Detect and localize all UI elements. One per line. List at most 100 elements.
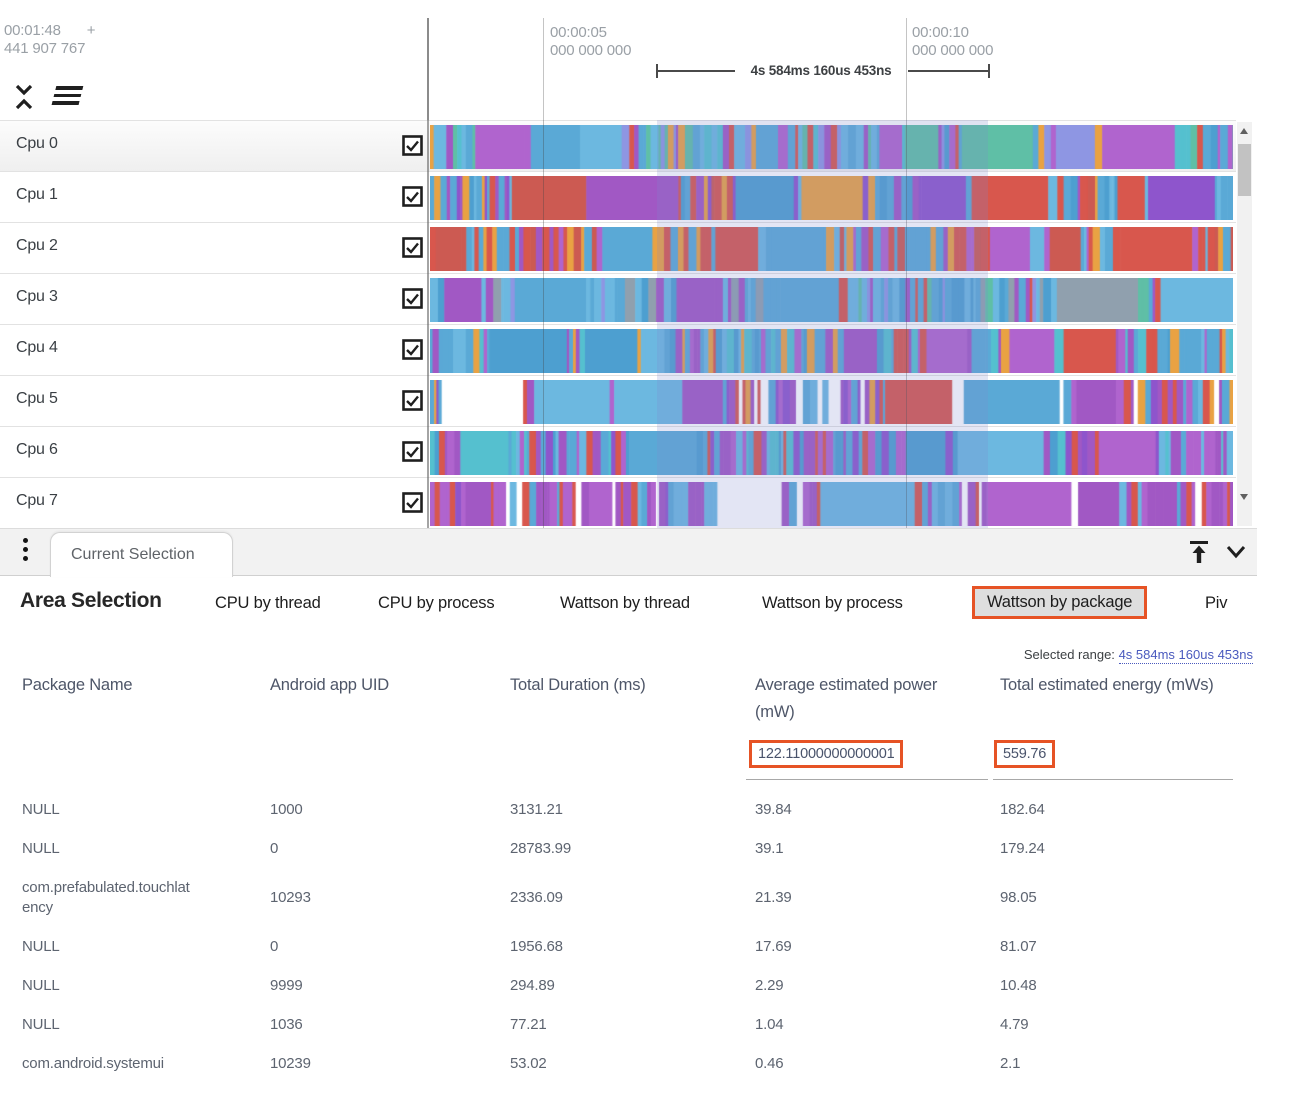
timeline-marker-10s: 00:00:10 000 000 000 (912, 24, 993, 60)
track-label: Cpu 0 (16, 135, 58, 153)
track-checkbox[interactable] (402, 441, 423, 462)
collapse-tracks-icon[interactable] (12, 82, 36, 117)
track-checkbox[interactable] (402, 339, 423, 360)
table-cell: 10239 (270, 1054, 510, 1074)
kebab-menu-icon[interactable] (20, 538, 30, 568)
table-row: com.android.systemui1023953.020.462.1 (0, 1044, 1260, 1083)
area-tab-piv[interactable]: Piv (1205, 594, 1227, 613)
table-cell: 2.1 (1000, 1054, 1235, 1074)
track-row-cpu-0: Cpu 0 (0, 120, 1236, 171)
panel-title: Area Selection (20, 589, 162, 613)
summary-total-energy-value: 559.76 (1003, 746, 1046, 762)
area-tab-cpu-by-process[interactable]: CPU by process (378, 594, 494, 613)
chevron-down-icon[interactable] (1222, 539, 1250, 570)
track-row-cpu-1: Cpu 1 (0, 171, 1236, 222)
summary-total-energy-highlight: 559.76 (994, 740, 1055, 768)
table-cell: 28783.99 (510, 839, 755, 859)
scrollbar-down-arrow-icon[interactable] (1240, 494, 1248, 500)
summary-underline-energy (993, 779, 1233, 780)
table-cell: 2336.09 (510, 888, 755, 908)
area-tab-wattson-by-process[interactable]: Wattson by process (762, 594, 903, 613)
track-label: Cpu 5 (16, 390, 58, 408)
track-row-cpu-6: Cpu 6 (0, 426, 1236, 477)
area-tab-cpu-by-thread[interactable]: CPU by thread (215, 594, 321, 613)
range-bracket-left-line (657, 70, 735, 72)
table-cell: 9999 (270, 976, 510, 996)
track-checkbox[interactable] (402, 492, 423, 513)
tab-current-selection-label: Current Selection (71, 546, 195, 563)
table-row: NULL10003131.2139.84182.64 (0, 790, 1260, 829)
column-header-total-duration: Total Duration (ms) (510, 672, 740, 699)
dock-to-top-icon[interactable] (1186, 536, 1212, 571)
table-cell: 1.04 (755, 1015, 1000, 1035)
area-selection-overlay[interactable] (657, 120, 988, 528)
track-row-cpu-5: Cpu 5 (0, 375, 1236, 426)
selection-duration-label: 4s 584ms 160us 453ns (731, 63, 911, 78)
tab-current-selection[interactable]: Current Selection (50, 532, 233, 577)
table-cell: 39.1 (755, 839, 1000, 859)
track-label: Cpu 3 (16, 288, 58, 306)
area-tab-wattson-by-thread[interactable]: Wattson by thread (560, 594, 690, 613)
selected-range-label: Selected range: (1024, 647, 1115, 662)
table-cell: 4.79 (1000, 1015, 1235, 1035)
track-gridline-5s (543, 120, 544, 528)
track-filter-menu-icon[interactable] (54, 86, 81, 109)
timeline-marker-5s: 00:00:05 000 000 000 (550, 24, 631, 60)
summary-underline-power (746, 779, 988, 780)
table-cell: 2.29 (755, 976, 1000, 996)
table-cell: 53.02 (510, 1054, 755, 1074)
summary-avg-power-highlight: 122.11000000000001 (749, 740, 903, 768)
table-cell: 1000 (270, 800, 510, 820)
time-ruler: 00:01:48+ 441 907 767 00:00:05 000 000 0… (0, 0, 1300, 120)
table-cell: 294.89 (510, 976, 755, 996)
ruler-gridline-5s (543, 18, 544, 120)
scrollbar-thumb[interactable] (1238, 144, 1251, 196)
track-list: Cpu 0 Cpu 1 Cpu 2 Cpu 3 Cpu 4 Cpu 5 Cpu 6 Cpu 7 (0, 120, 1300, 528)
table-cell: 81.07 (1000, 937, 1235, 957)
table-cell: 10.48 (1000, 976, 1235, 996)
details-tab-strip: Current Selection (0, 528, 1257, 576)
table-cell: NULL (22, 839, 270, 859)
area-tab-wattson-by-package[interactable]: Wattson by package (972, 586, 1147, 619)
track-row-cpu-2: Cpu 2 (0, 222, 1236, 273)
track-checkbox[interactable] (402, 237, 423, 258)
table-cell: 98.05 (1000, 888, 1235, 908)
table-row: com.prefabulated.touchlatency102932336.0… (0, 868, 1260, 927)
table-cell: NULL (22, 937, 270, 957)
range-bracket-right-line (908, 70, 988, 72)
track-row-cpu-3: Cpu 3 (0, 273, 1236, 324)
track-row-cpu-7: Cpu 7 (0, 477, 1236, 528)
track-checkbox[interactable] (402, 135, 423, 156)
table-cell: 3131.21 (510, 800, 755, 820)
track-checkbox[interactable] (402, 288, 423, 309)
table-cell: com.prefabulated.touchlatency (22, 878, 270, 918)
track-label: Cpu 6 (16, 441, 58, 459)
track-checkbox[interactable] (402, 186, 423, 207)
table-row: NULL028783.9939.1179.24 (0, 829, 1260, 868)
selected-range: Selected range: 4s 584ms 160us 453ns (1024, 647, 1253, 662)
timeline-origin-timestamp: 00:01:48+ 441 907 767 (4, 22, 95, 58)
track-gridline-start (427, 120, 429, 528)
scrollbar-up-arrow-icon[interactable] (1240, 128, 1248, 134)
ruler-gridline-start (427, 18, 429, 120)
track-label: Cpu 2 (16, 237, 58, 255)
plus-marker: + (87, 22, 96, 39)
column-header-android-uid: Android app UID (270, 672, 480, 699)
table-cell: NULL (22, 800, 270, 820)
summary-avg-power-value: 122.11000000000001 (758, 746, 894, 762)
track-scrollbar[interactable] (1237, 122, 1252, 526)
table-cell: 21.39 (755, 888, 1000, 908)
table-cell: 10293 (270, 888, 510, 908)
table-row: NULL103677.211.044.79 (0, 1005, 1260, 1044)
table-cell: 0.46 (755, 1054, 1000, 1074)
track-row-cpu-4: Cpu 4 (0, 324, 1236, 375)
track-checkbox[interactable] (402, 390, 423, 411)
table-cell: 182.64 (1000, 800, 1235, 820)
table-cell: 1956.68 (510, 937, 755, 957)
track-label: Cpu 1 (16, 186, 58, 204)
selected-range-value-link[interactable]: 4s 584ms 160us 453ns (1119, 647, 1253, 664)
column-header-avg-power: Average estimated power (mW) (755, 672, 940, 726)
table-cell: 0 (270, 937, 510, 957)
table-cell: 0 (270, 839, 510, 859)
table-row: NULL01956.6817.6981.07 (0, 927, 1260, 966)
